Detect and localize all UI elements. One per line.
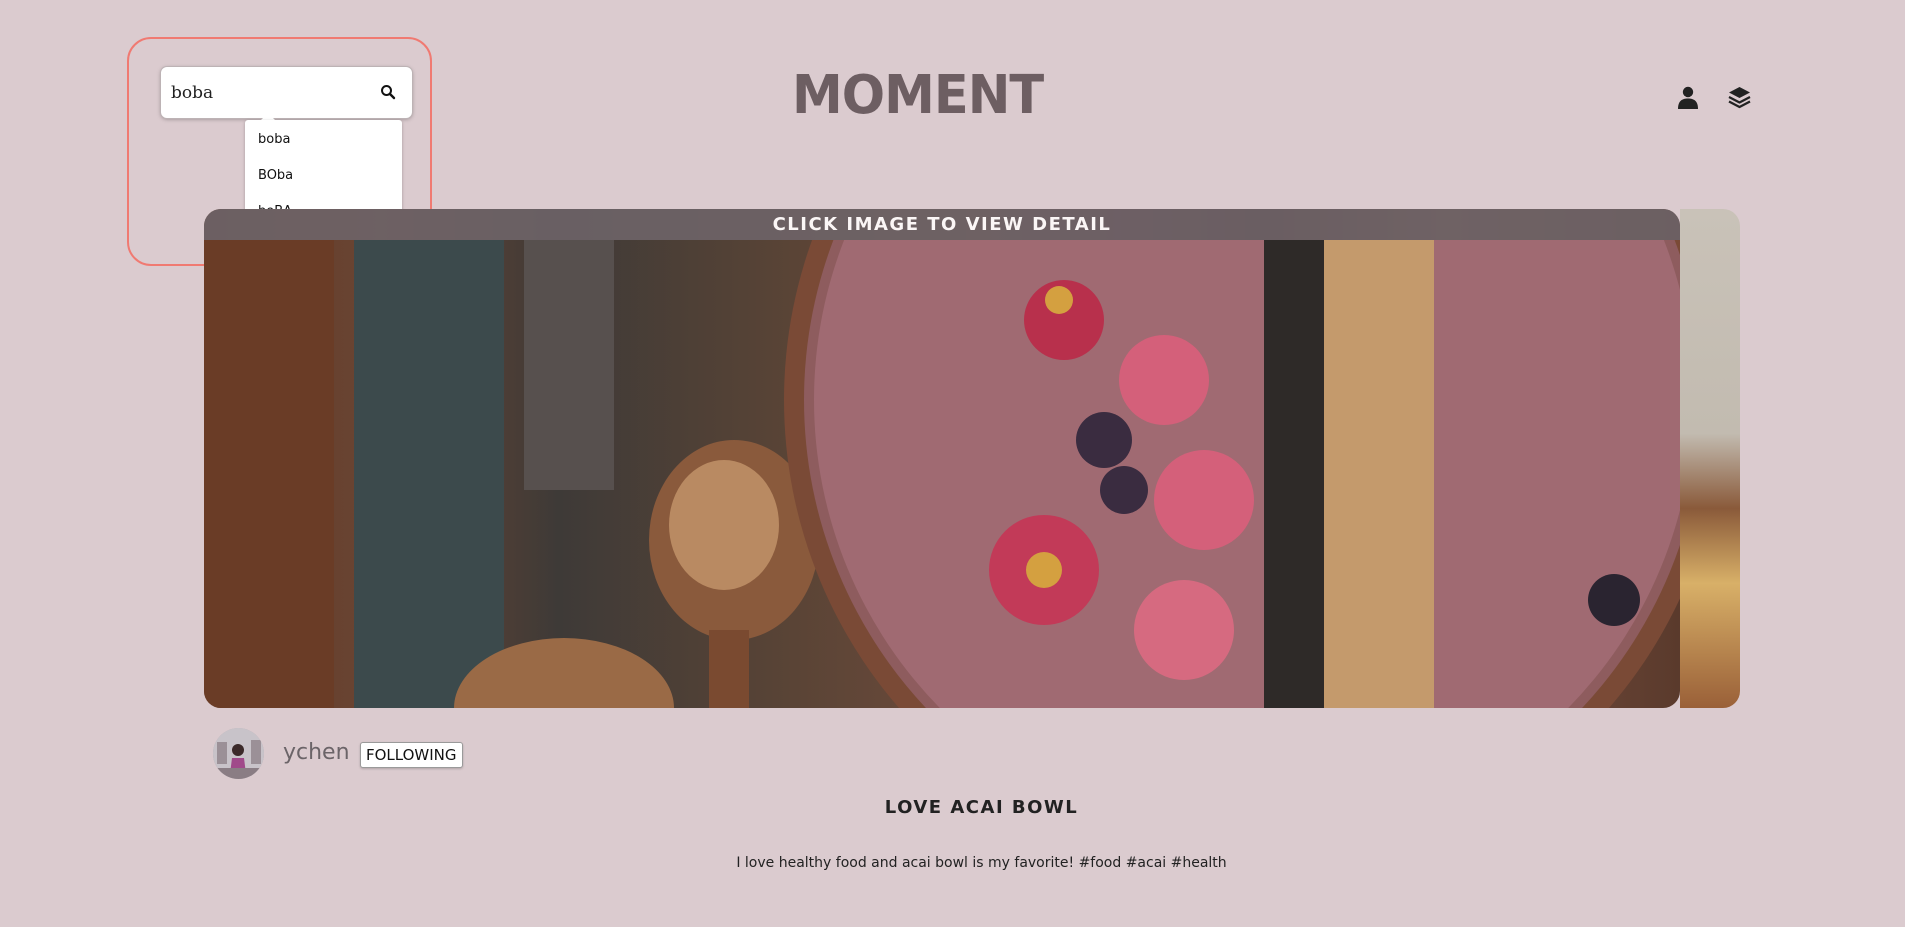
carousel-main-image[interactable]: CLICK IMAGE TO VIEW DETAIL xyxy=(204,209,1680,708)
author-username[interactable]: ychen xyxy=(283,740,350,765)
search-box[interactable] xyxy=(161,67,412,118)
user-icon[interactable] xyxy=(1676,85,1700,109)
suggestion-item[interactable]: boba xyxy=(245,122,402,158)
search-icon[interactable] xyxy=(380,84,396,100)
acai-bowl-photo xyxy=(204,240,1680,708)
post-description: I love healthy food and acai bowl is my … xyxy=(736,855,1227,871)
avatar[interactable] xyxy=(213,728,264,779)
search-input[interactable] xyxy=(171,67,366,118)
logo[interactable]: MOMENT xyxy=(792,68,1044,124)
click-to-view-banner: CLICK IMAGE TO VIEW DETAIL xyxy=(204,209,1680,240)
suggestion-item[interactable]: BOba xyxy=(245,158,402,194)
post-title: LOVE ACAI BOWL xyxy=(884,797,1079,818)
carousel-next-image[interactable] xyxy=(1680,209,1740,708)
following-badge[interactable]: FOLLOWING xyxy=(360,742,463,768)
layers-icon[interactable] xyxy=(1727,85,1752,110)
